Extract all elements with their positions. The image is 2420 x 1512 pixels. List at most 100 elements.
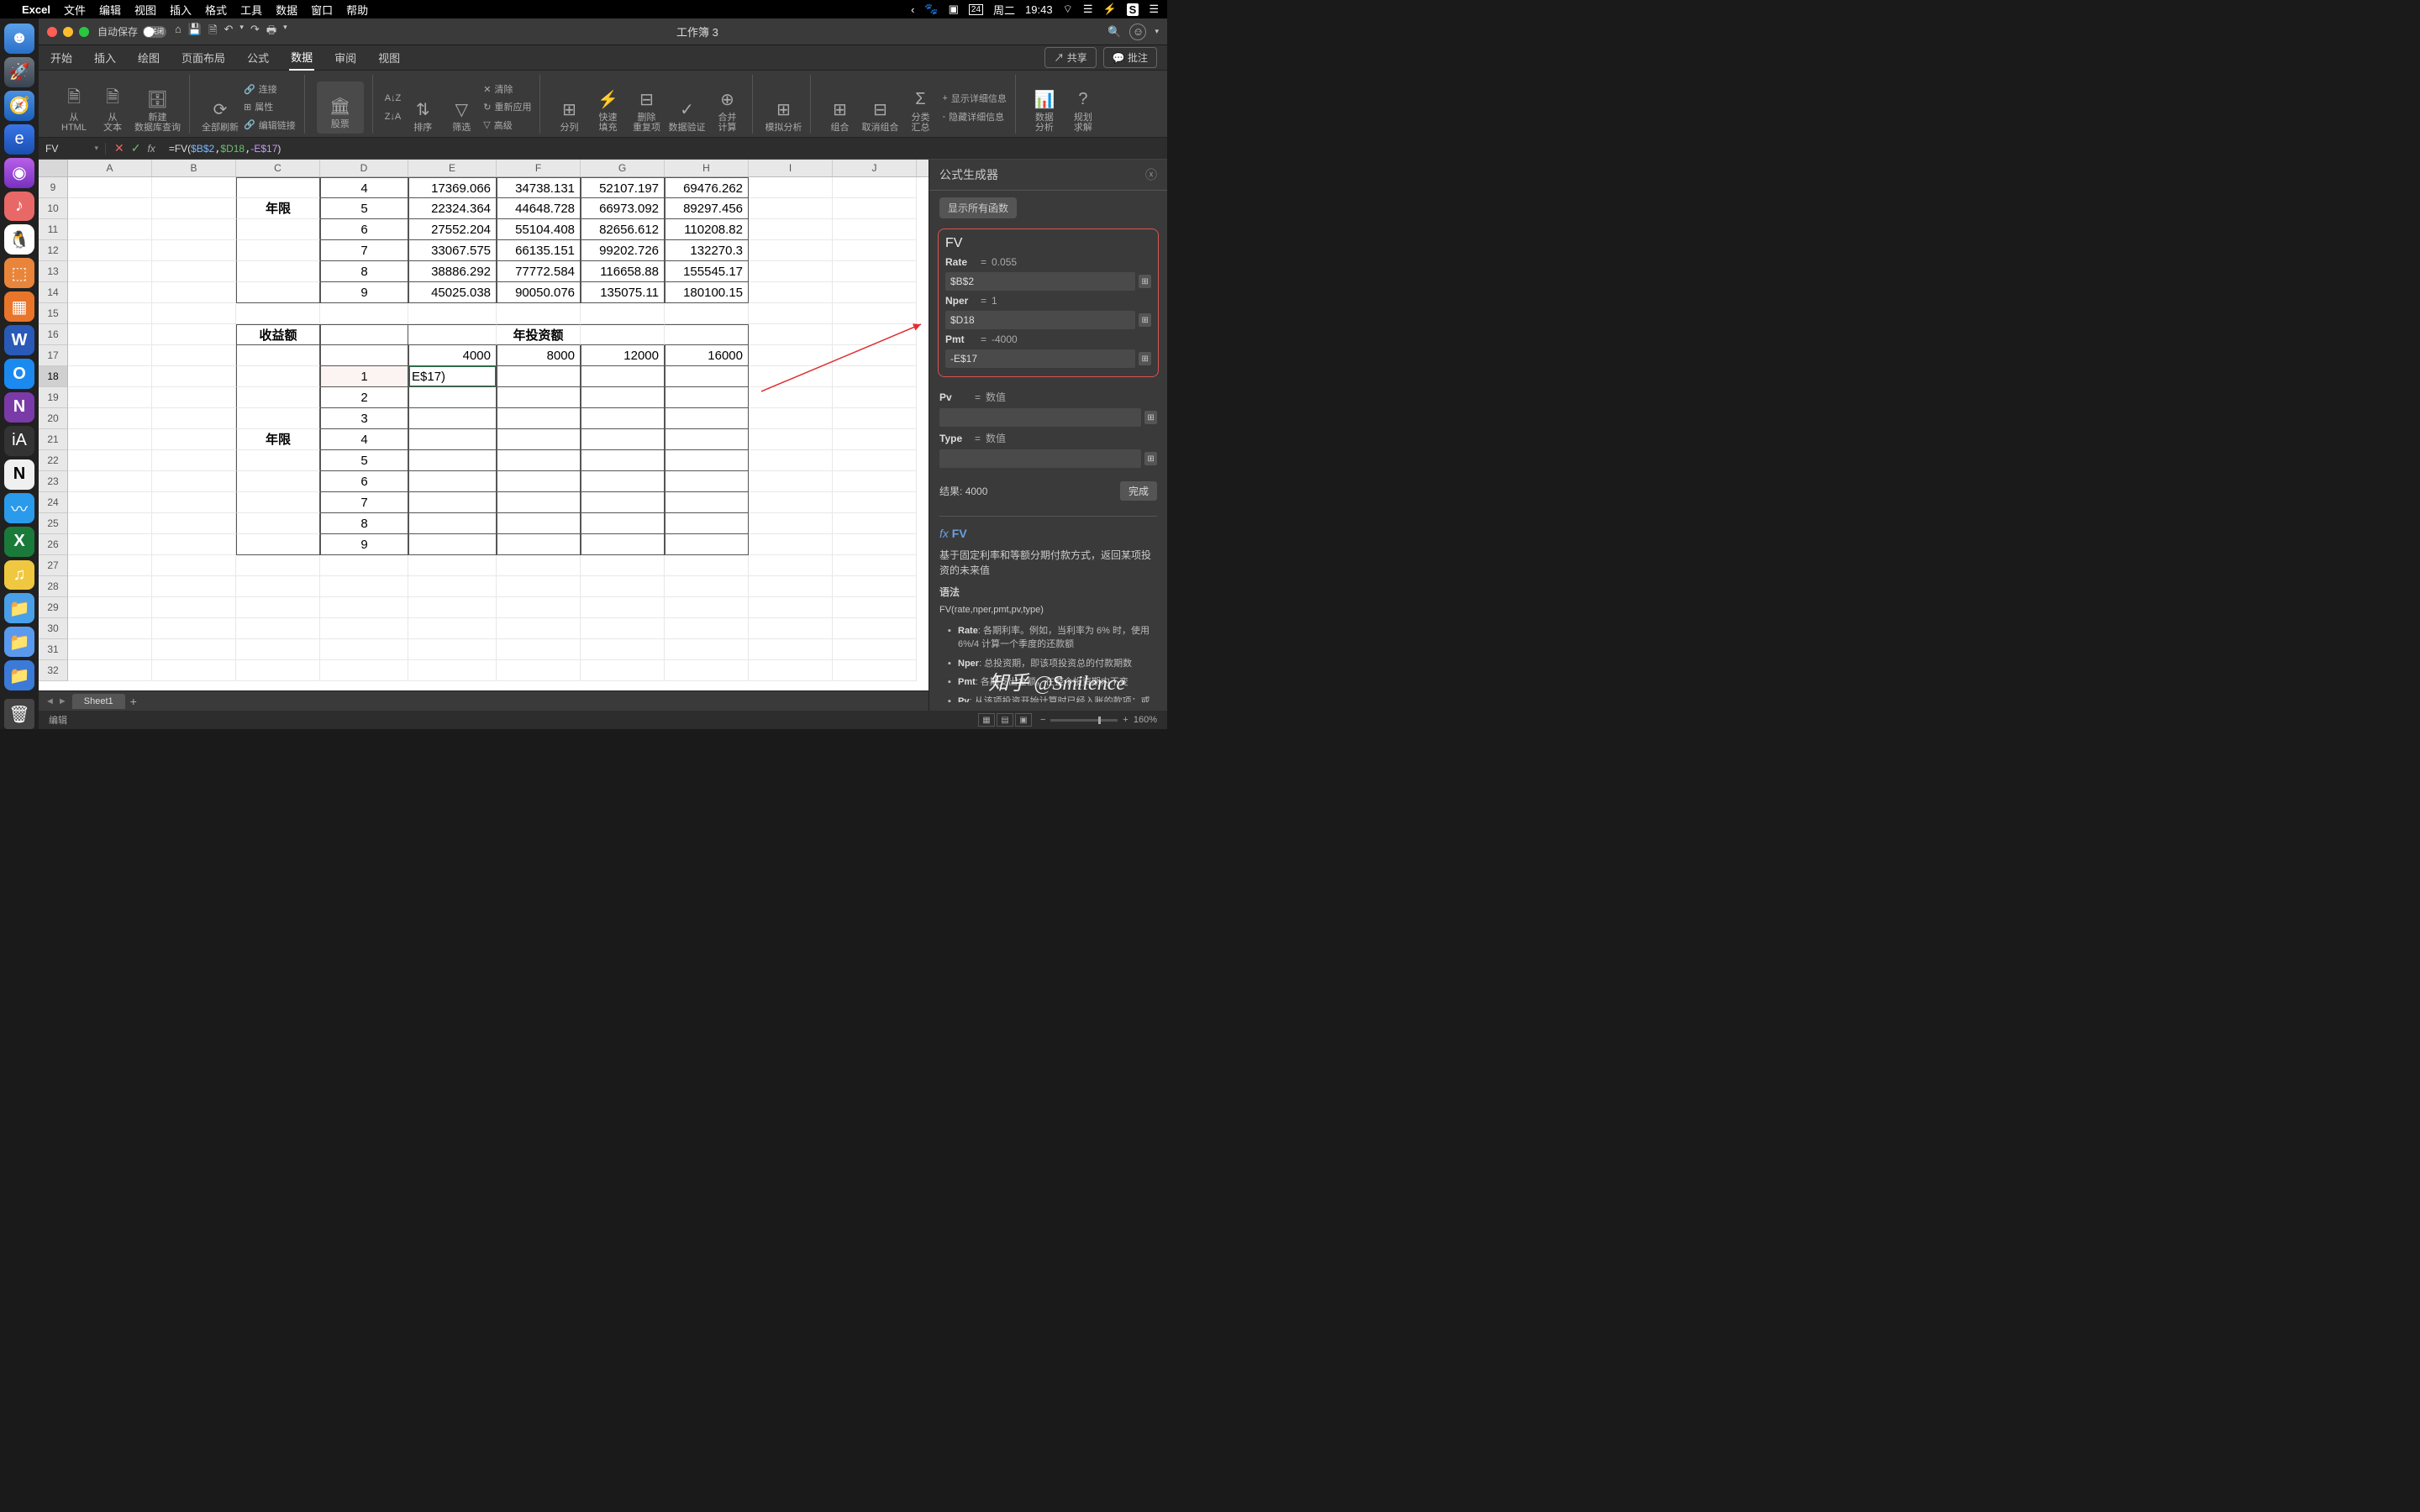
whatif-button[interactable]: ⊞模拟分析 xyxy=(765,81,802,134)
done-button[interactable]: 完成 xyxy=(1120,481,1157,501)
menu-edit[interactable]: 编辑 xyxy=(99,2,121,18)
cell[interactable]: 年投资额 xyxy=(497,324,581,345)
cell[interactable] xyxy=(581,408,665,429)
print-icon[interactable]: 🗎 xyxy=(208,23,217,41)
cell[interactable] xyxy=(833,597,917,618)
sort-desc-button[interactable]: Z↓A xyxy=(385,108,402,125)
cell[interactable] xyxy=(68,660,152,681)
cell[interactable] xyxy=(833,618,917,639)
cell[interactable] xyxy=(749,303,833,324)
cell[interactable] xyxy=(152,303,236,324)
cell[interactable] xyxy=(833,576,917,597)
cell[interactable] xyxy=(833,534,917,555)
cell[interactable] xyxy=(749,639,833,660)
data-validation-button[interactable]: ✓数据验证 xyxy=(668,81,705,134)
cancel-formula-button[interactable]: ✕ xyxy=(114,141,124,155)
sort-button[interactable]: ⇅排序 xyxy=(406,81,439,134)
cell[interactable] xyxy=(68,282,152,303)
search-icon[interactable]: 🔍 xyxy=(1107,25,1121,39)
maximize-button[interactable] xyxy=(79,27,89,37)
cell[interactable] xyxy=(408,450,497,471)
cell[interactable]: 38886.292 xyxy=(408,261,497,282)
cell[interactable] xyxy=(236,471,320,492)
zoom-slider[interactable] xyxy=(1050,719,1118,722)
show-detail-button[interactable]: + 显示详细信息 xyxy=(942,90,1006,107)
cell[interactable] xyxy=(408,660,497,681)
cell[interactable] xyxy=(581,618,665,639)
cell[interactable]: 收益额 xyxy=(236,324,320,345)
minimize-button[interactable] xyxy=(63,27,73,37)
cell[interactable]: 82656.612 xyxy=(581,219,665,240)
cell[interactable] xyxy=(68,576,152,597)
cell[interactable] xyxy=(236,303,320,324)
cell[interactable] xyxy=(749,534,833,555)
cell[interactable]: 132270.3 xyxy=(665,240,749,261)
cell[interactable] xyxy=(497,387,581,408)
cell[interactable] xyxy=(68,198,152,219)
cell[interactable]: 180100.15 xyxy=(665,282,749,303)
cell[interactable] xyxy=(749,492,833,513)
refresh-all-button[interactable]: ⟳全部刷新 xyxy=(202,81,239,134)
cell[interactable] xyxy=(749,324,833,345)
cell[interactable] xyxy=(665,450,749,471)
cell[interactable] xyxy=(408,534,497,555)
row-header[interactable]: 31 xyxy=(39,639,68,660)
row-header[interactable]: 20 xyxy=(39,408,68,429)
dock-app-wave[interactable]: 〰 xyxy=(4,493,34,523)
cell[interactable] xyxy=(408,492,497,513)
cell[interactable] xyxy=(320,303,408,324)
cell[interactable] xyxy=(408,429,497,450)
sort-asc-button[interactable]: A↓Z xyxy=(385,90,402,107)
cell[interactable] xyxy=(665,429,749,450)
row-header[interactable]: 29 xyxy=(39,597,68,618)
cell[interactable] xyxy=(665,639,749,660)
cell[interactable] xyxy=(152,429,236,450)
cell[interactable] xyxy=(749,597,833,618)
cell[interactable] xyxy=(665,534,749,555)
menu-help[interactable]: 帮助 xyxy=(346,2,368,18)
cell[interactable] xyxy=(152,408,236,429)
cell[interactable] xyxy=(665,555,749,576)
dock-onenote[interactable]: N xyxy=(4,392,34,423)
tab-review[interactable]: 审阅 xyxy=(333,45,358,70)
cell[interactable]: 年限 xyxy=(236,429,320,450)
cell[interactable] xyxy=(236,261,320,282)
cell[interactable] xyxy=(665,387,749,408)
cell[interactable] xyxy=(581,324,665,345)
cell[interactable] xyxy=(152,555,236,576)
cell[interactable] xyxy=(749,177,833,198)
cell[interactable] xyxy=(68,345,152,366)
menu-extra-icon[interactable]: ☰ xyxy=(1149,3,1159,16)
cell[interactable]: 5 xyxy=(320,198,408,219)
cell[interactable] xyxy=(833,366,917,387)
cell[interactable]: 年限 xyxy=(236,198,320,219)
autosave-toggle[interactable]: 自动保存 关闭 xyxy=(97,24,166,39)
tab-data[interactable]: 数据 xyxy=(289,45,314,71)
dock-folder-2[interactable]: 📁 xyxy=(4,627,34,657)
cell[interactable] xyxy=(581,366,665,387)
zoom-in-button[interactable]: + xyxy=(1123,715,1128,725)
rate-selector-icon[interactable]: ⊞ xyxy=(1139,275,1151,288)
col-header-C[interactable]: C xyxy=(236,160,320,176)
cell[interactable] xyxy=(152,576,236,597)
cell[interactable] xyxy=(152,618,236,639)
cell[interactable]: 52107.197 xyxy=(581,177,665,198)
view-normal-button[interactable]: ▦ xyxy=(978,713,995,727)
cell[interactable] xyxy=(581,303,665,324)
cell[interactable] xyxy=(68,597,152,618)
row-header[interactable]: 12 xyxy=(39,240,68,261)
cell[interactable] xyxy=(665,660,749,681)
cell[interactable] xyxy=(665,324,749,345)
cell[interactable] xyxy=(581,639,665,660)
cell[interactable] xyxy=(68,303,152,324)
dock-launchpad[interactable]: 🚀 xyxy=(4,57,34,87)
cell[interactable] xyxy=(236,219,320,240)
cell[interactable] xyxy=(665,303,749,324)
cell[interactable] xyxy=(408,471,497,492)
cell[interactable] xyxy=(833,240,917,261)
cell[interactable] xyxy=(152,597,236,618)
tab-formulas[interactable]: 公式 xyxy=(245,45,271,70)
cell[interactable]: 45025.038 xyxy=(408,282,497,303)
cell[interactable] xyxy=(408,597,497,618)
consolidate-button[interactable]: ⊕合并计算 xyxy=(710,81,744,134)
